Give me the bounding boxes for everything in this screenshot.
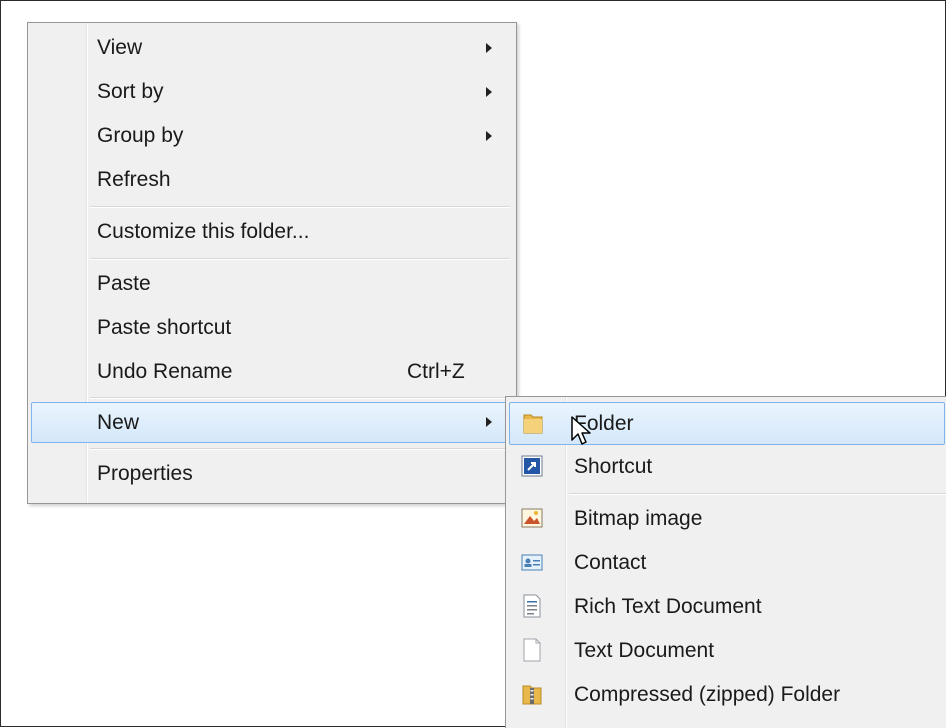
submenu-item-contact[interactable]: Contact: [509, 543, 945, 583]
menu-item-view[interactable]: View: [31, 28, 513, 68]
menu-item-sort-by[interactable]: Sort by: [31, 72, 513, 112]
menu-item-label: Paste: [97, 272, 151, 295]
menu-separator: [569, 493, 946, 495]
shortcut-icon: [521, 455, 543, 477]
menu-item-label: New: [97, 411, 140, 434]
folder-icon: [523, 414, 543, 434]
menu-separator: [90, 258, 510, 260]
zipped-folder-icon: [522, 685, 542, 705]
bitmap-icon: [521, 508, 543, 528]
menu-separator: [90, 397, 510, 399]
mouse-pointer-icon: [571, 416, 591, 445]
submenu-arrow-icon: [486, 417, 492, 427]
desktop-context-menu: View Sort by Group by Refresh Customize …: [27, 22, 517, 504]
shortcut-hint: Ctrl+Z: [407, 360, 465, 383]
submenu-item-text-document[interactable]: Text Document: [509, 631, 945, 671]
menu-item-paste[interactable]: Paste: [31, 264, 513, 304]
rich-text-document-icon: [523, 594, 541, 618]
submenu-arrow-icon: [486, 87, 492, 97]
menu-item-label: View: [97, 36, 143, 59]
menu-item-group-by[interactable]: Group by: [31, 116, 513, 156]
menu-item-label: Sort by: [97, 80, 164, 103]
menu-item-properties[interactable]: Properties: [31, 454, 513, 494]
menu-item-label: Paste shortcut: [97, 316, 232, 339]
menu-item-paste-shortcut[interactable]: Paste shortcut: [31, 308, 513, 348]
submenu-item-label: Contact: [574, 551, 647, 574]
submenu-item-shortcut[interactable]: Shortcut: [509, 447, 945, 487]
menu-item-label: Refresh: [97, 168, 171, 191]
submenu-arrow-icon: [486, 43, 492, 53]
menu-item-label: Undo Rename: [97, 360, 233, 383]
text-document-icon: [523, 638, 541, 662]
menu-item-customize-folder[interactable]: Customize this folder...: [31, 212, 513, 252]
submenu-item-bitmap-image[interactable]: Bitmap image: [509, 499, 945, 539]
menu-item-undo-rename[interactable]: Undo Rename Ctrl+Z: [31, 352, 513, 392]
submenu-item-rich-text-document[interactable]: Rich Text Document: [509, 587, 945, 627]
submenu-item-label: Bitmap image: [574, 507, 703, 530]
submenu-item-label: Compressed (zipped) Folder: [574, 683, 841, 706]
contact-icon: [521, 554, 543, 571]
submenu-arrow-icon: [486, 131, 492, 141]
menu-separator: [90, 206, 510, 208]
menu-item-label: Properties: [97, 462, 193, 485]
menu-item-label: Customize this folder...: [97, 220, 310, 243]
submenu-item-compressed-folder[interactable]: Compressed (zipped) Folder: [509, 675, 945, 715]
menu-item-new[interactable]: New: [31, 402, 513, 443]
submenu-item-label: Rich Text Document: [574, 595, 762, 618]
submenu-item-label: Shortcut: [574, 455, 653, 478]
menu-item-refresh[interactable]: Refresh: [31, 160, 513, 200]
menu-item-label: Group by: [97, 124, 184, 147]
submenu-item-label: Text Document: [574, 639, 715, 662]
menu-separator: [90, 448, 510, 450]
